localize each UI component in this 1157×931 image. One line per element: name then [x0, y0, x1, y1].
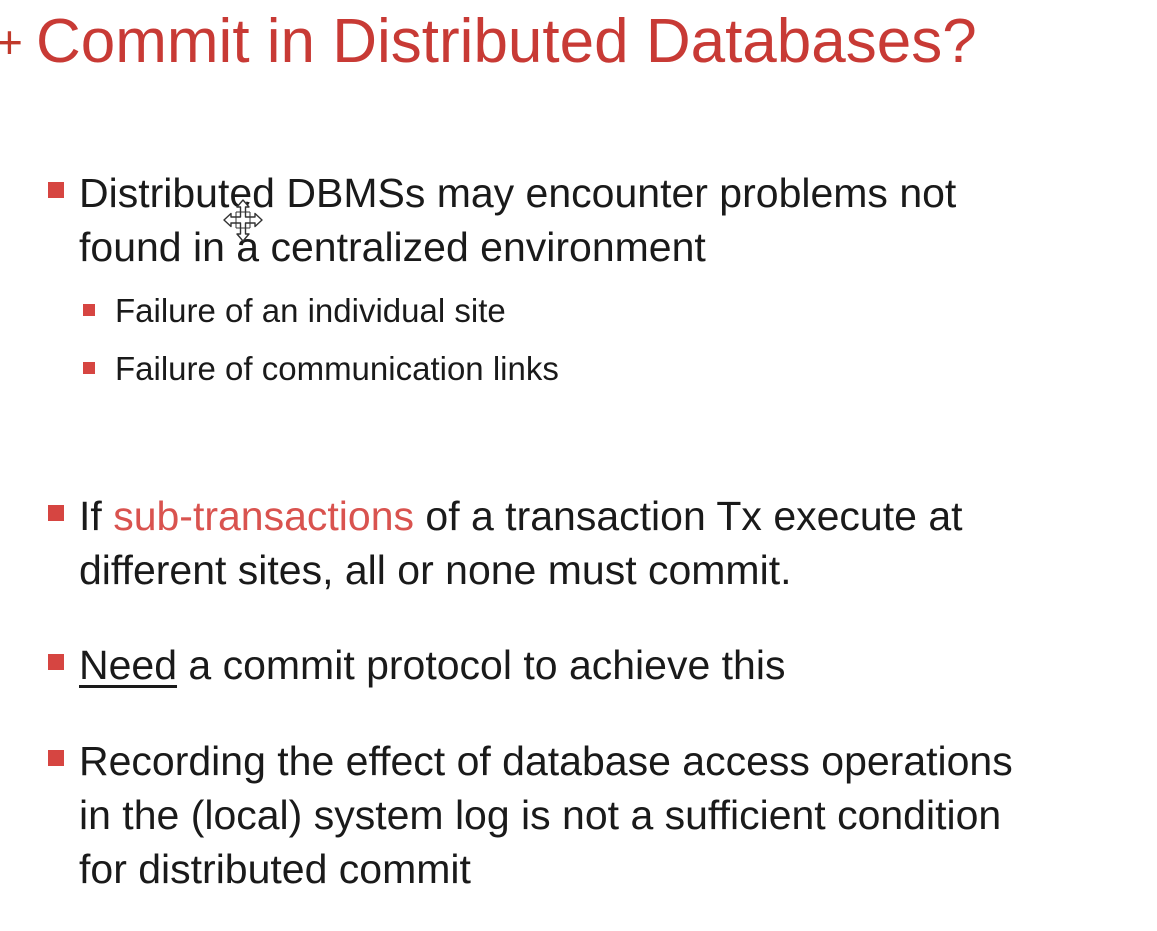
bullet-square-icon — [48, 654, 64, 670]
bullet-square-icon — [48, 182, 64, 198]
bullet-1: Distributed DBMSs may encounter problems… — [48, 166, 956, 274]
bullet-2-text: If sub-transactions of a transaction Tx … — [79, 489, 963, 597]
title-plus-marker: + — [0, 16, 23, 68]
bullet-square-icon — [48, 750, 64, 766]
slide-title-row: + Commit in Distributed Databases? — [0, 2, 977, 82]
bullet-3-line-1: Need a commit protocol to achieve this — [79, 638, 785, 692]
bullet-4-line-3: for distributed commit — [79, 846, 471, 892]
need-underlined: Need — [79, 642, 178, 688]
slide: + Commit in Distributed Databases? Distr… — [0, 0, 1157, 931]
sub-bullet-square-icon — [83, 362, 95, 374]
bullet-2-text-pre: If — [79, 493, 114, 539]
bullet-square-icon — [48, 505, 64, 521]
sub-bullet-square-icon — [83, 304, 95, 316]
bullet-4-text: Recording the effect of database access … — [79, 734, 1013, 896]
sub-bullet-2-text: Failure of communication links — [115, 350, 559, 387]
bullet-1-text: Distributed DBMSs may encounter problems… — [79, 166, 956, 274]
sub-bullet-2: Failure of communication links — [83, 350, 559, 388]
bullet-3-text: Need a commit protocol to achieve this — [79, 638, 785, 692]
slide-title: Commit in Distributed Databases? — [36, 7, 977, 76]
sub-bullet-1-text: Failure of an individual site — [115, 292, 506, 329]
bullet-3: Need a commit protocol to achieve this — [48, 638, 785, 692]
bullet-2-line-2: different sites, all or none must commit… — [79, 547, 792, 593]
bullet-4: Recording the effect of database access … — [48, 734, 1013, 896]
bullet-2-text-post: of a transaction Tx execute at — [414, 493, 963, 539]
bullet-1-line-1: Distributed DBMSs may encounter problems… — [79, 170, 957, 216]
move-cursor-icon — [223, 199, 263, 242]
bullet-2: If sub-transactions of a transaction Tx … — [48, 489, 963, 597]
bullet-2-line-1: If sub-transactions of a transaction Tx … — [79, 489, 963, 543]
bullet-3-rest: a commit protocol to achieve this — [177, 642, 786, 688]
bullet-1-line-2: found in a centralized environment — [79, 224, 706, 270]
sub-transactions-highlight: sub-transactions — [113, 493, 415, 539]
bullet-4-line-1: Recording the effect of database access … — [79, 738, 1013, 784]
bullet-4-line-2: in the (local) system log is not a suffi… — [79, 792, 1002, 838]
sub-bullet-1: Failure of an individual site — [83, 292, 506, 330]
